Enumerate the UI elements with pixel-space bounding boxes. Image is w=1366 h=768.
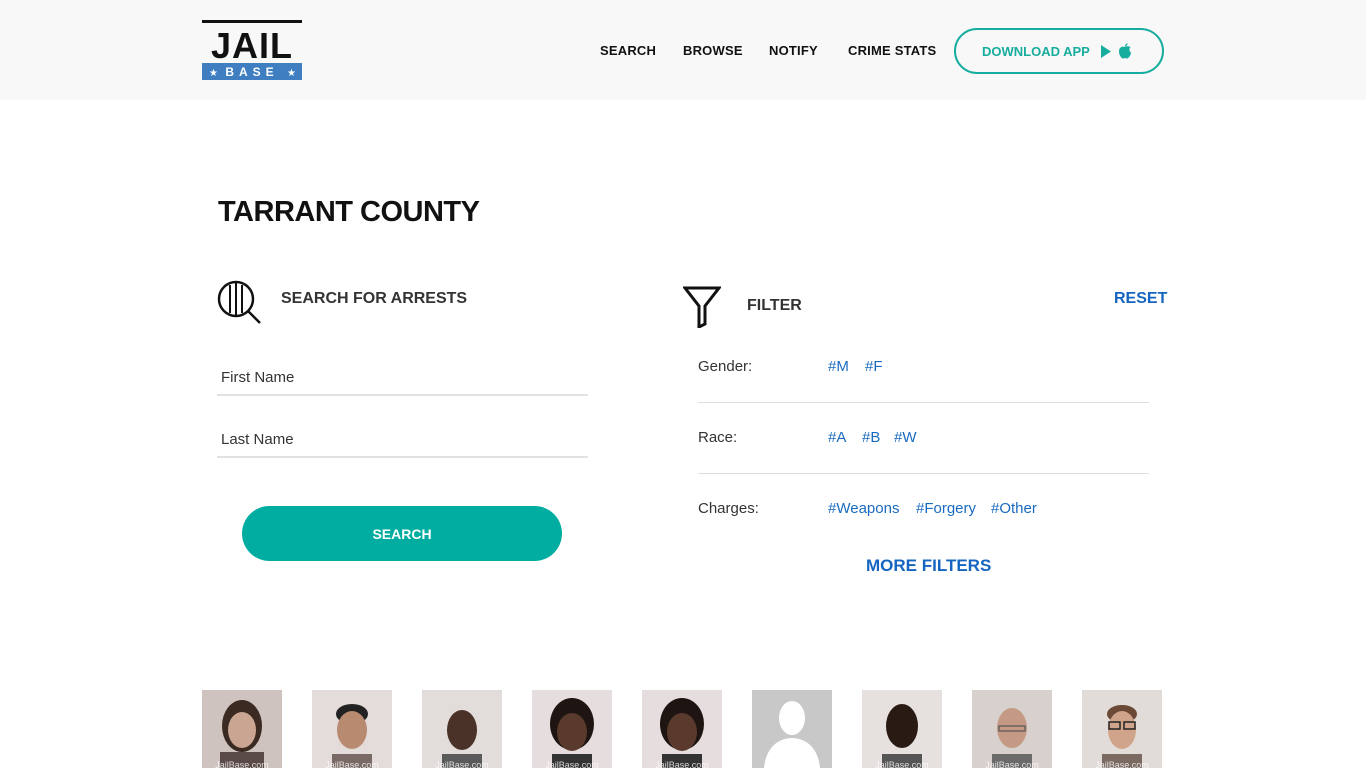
mugshot-watermark: JailBase.com (1095, 760, 1149, 768)
nav-notify[interactable]: NOTIFY (769, 43, 818, 58)
tag-charge-forgery[interactable]: #Forgery (916, 500, 976, 517)
search-heading: SEARCH FOR ARRESTS (281, 290, 468, 307)
mugshot-watermark: JailBase.com (435, 760, 489, 768)
filter-heading: FILTER (747, 297, 802, 314)
tag-charge-weapons[interactable]: #Weapons (828, 500, 899, 517)
mugshot-placeholder[interactable] (752, 690, 832, 768)
tag-gender-f[interactable]: #F (865, 358, 883, 375)
svg-text:★: ★ (209, 68, 218, 79)
svg-text:★: ★ (287, 68, 296, 79)
first-name-input[interactable] (217, 360, 588, 396)
gender-label: Gender: (698, 358, 753, 375)
tag-race-b[interactable]: #B (862, 429, 880, 446)
magnifier-icon (217, 280, 261, 324)
play-store-icon (1100, 44, 1111, 58)
apple-icon (1118, 43, 1131, 59)
tag-charge-other[interactable]: #Other (991, 500, 1037, 517)
person-silhouette-icon (764, 701, 820, 768)
mugshot-thumbnail[interactable]: JailBase.com (422, 690, 502, 768)
mugshot-watermark: JailBase.com (875, 760, 929, 768)
reset-filters-link[interactable]: RESET (1114, 290, 1167, 308)
mugshot-thumbnail[interactable]: JailBase.com (312, 690, 392, 768)
tag-race-a[interactable]: #A (828, 429, 846, 446)
mugshot-watermark: JailBase.com (215, 760, 269, 768)
download-app-label: DOWNLOAD APP (982, 43, 1090, 59)
tag-gender-m[interactable]: #M (828, 358, 849, 375)
mugshot-watermark: JailBase.com (325, 760, 379, 768)
tag-race-w[interactable]: #W (894, 429, 917, 446)
race-label: Race: (698, 429, 738, 446)
mugshot-thumbnail[interactable]: JailBase.com (202, 690, 282, 768)
site-header: JAIL BASE ★ ★ SEARCH BROWSE NOTIFY CRIME… (0, 0, 1366, 100)
funnel-icon (683, 286, 721, 328)
search-button[interactable]: SEARCH (242, 506, 562, 561)
download-app-button[interactable]: DOWNLOAD APP (954, 28, 1164, 74)
filter-divider (698, 473, 1149, 474)
jailbase-logo[interactable]: JAIL BASE ★ ★ (202, 20, 302, 80)
mugshot-thumbnail[interactable]: JailBase.com (1082, 690, 1162, 768)
mugshot-thumbnail[interactable]: JailBase.com (532, 690, 612, 768)
logo-top-text: JAIL (211, 25, 293, 66)
mugshot-thumbnail[interactable]: JailBase.com (862, 690, 942, 768)
charges-label: Charges: (698, 500, 759, 517)
mugshot-watermark: JailBase.com (655, 760, 709, 768)
mugshot-thumbnail[interactable]: JailBase.com (972, 690, 1052, 768)
mugshot-watermark: JailBase.com (985, 760, 1039, 768)
more-filters-link[interactable]: MORE FILTERS (866, 556, 991, 576)
logo-bottom-text: BASE (225, 65, 278, 79)
mugshot-thumbnail[interactable]: JailBase.com (642, 690, 722, 768)
page-title: TARRANT COUNTY (218, 196, 480, 228)
nav-browse[interactable]: BROWSE (683, 43, 743, 58)
nav-crime-stats[interactable]: CRIME STATS (848, 43, 936, 58)
mugshot-watermark: JailBase.com (545, 760, 599, 768)
nav-search[interactable]: SEARCH (600, 43, 656, 58)
last-name-input[interactable] (217, 422, 588, 458)
filter-divider (698, 402, 1149, 403)
